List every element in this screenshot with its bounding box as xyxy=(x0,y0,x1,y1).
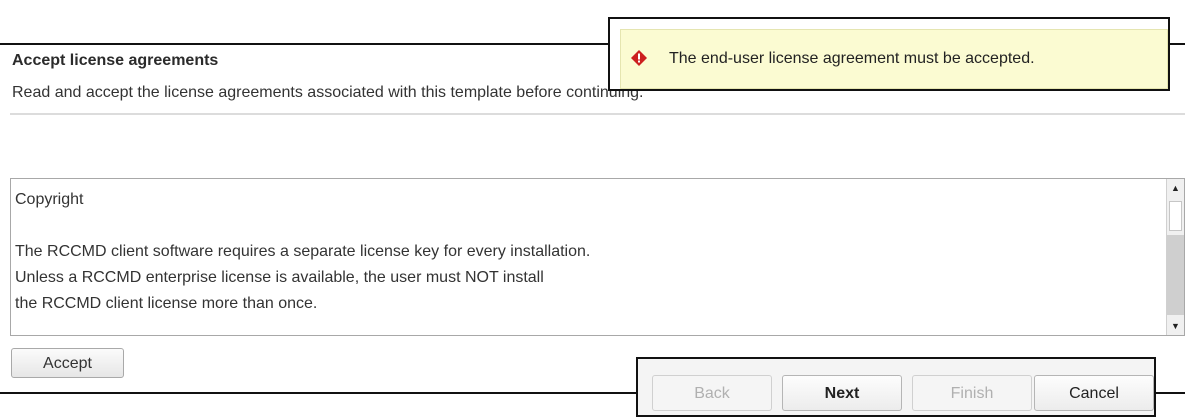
cancel-button[interactable]: Cancel xyxy=(1034,375,1154,411)
license-line: The RCCMD client software requires a sep… xyxy=(15,243,591,260)
license-text-area[interactable]: Copyright The RCCMD client software requ… xyxy=(10,178,1185,336)
frame-top-right-line xyxy=(1170,43,1185,45)
frame-bottom-right-line xyxy=(1156,392,1185,394)
page-title: Accept license agreements xyxy=(12,52,219,69)
license-text: Copyright The RCCMD client software requ… xyxy=(15,187,1162,317)
scroll-up-icon[interactable]: ▲ xyxy=(1167,179,1184,197)
frame-top-line xyxy=(0,43,610,45)
error-banner: The end-user license agreement must be a… xyxy=(620,29,1168,89)
back-button[interactable]: Back xyxy=(652,375,772,411)
scroll-down-icon[interactable]: ▼ xyxy=(1167,317,1184,335)
license-line xyxy=(15,213,1162,239)
frame-bottom-line xyxy=(0,392,636,394)
scroll-thumb[interactable] xyxy=(1169,201,1182,231)
license-line: Copyright xyxy=(15,191,84,208)
scroll-track[interactable] xyxy=(1167,235,1184,315)
license-line: the RCCMD client license more than once. xyxy=(15,295,318,312)
finish-button[interactable]: Finish xyxy=(912,375,1032,411)
license-scrollbar[interactable]: ▲ ▼ xyxy=(1166,179,1184,335)
error-message: The end-user license agreement must be a… xyxy=(669,50,1035,67)
page-subtitle: Read and accept the license agreements a… xyxy=(12,84,644,101)
next-button[interactable]: Next xyxy=(782,375,902,411)
error-notification: The end-user license agreement must be a… xyxy=(608,17,1170,91)
accept-button[interactable]: Accept xyxy=(11,348,124,378)
header-divider xyxy=(10,113,1185,115)
wizard-nav-bar: Back Next Finish Cancel xyxy=(636,357,1156,417)
error-diamond-icon xyxy=(631,50,647,66)
license-line: Unless a RCCMD enterprise license is ava… xyxy=(15,269,544,286)
